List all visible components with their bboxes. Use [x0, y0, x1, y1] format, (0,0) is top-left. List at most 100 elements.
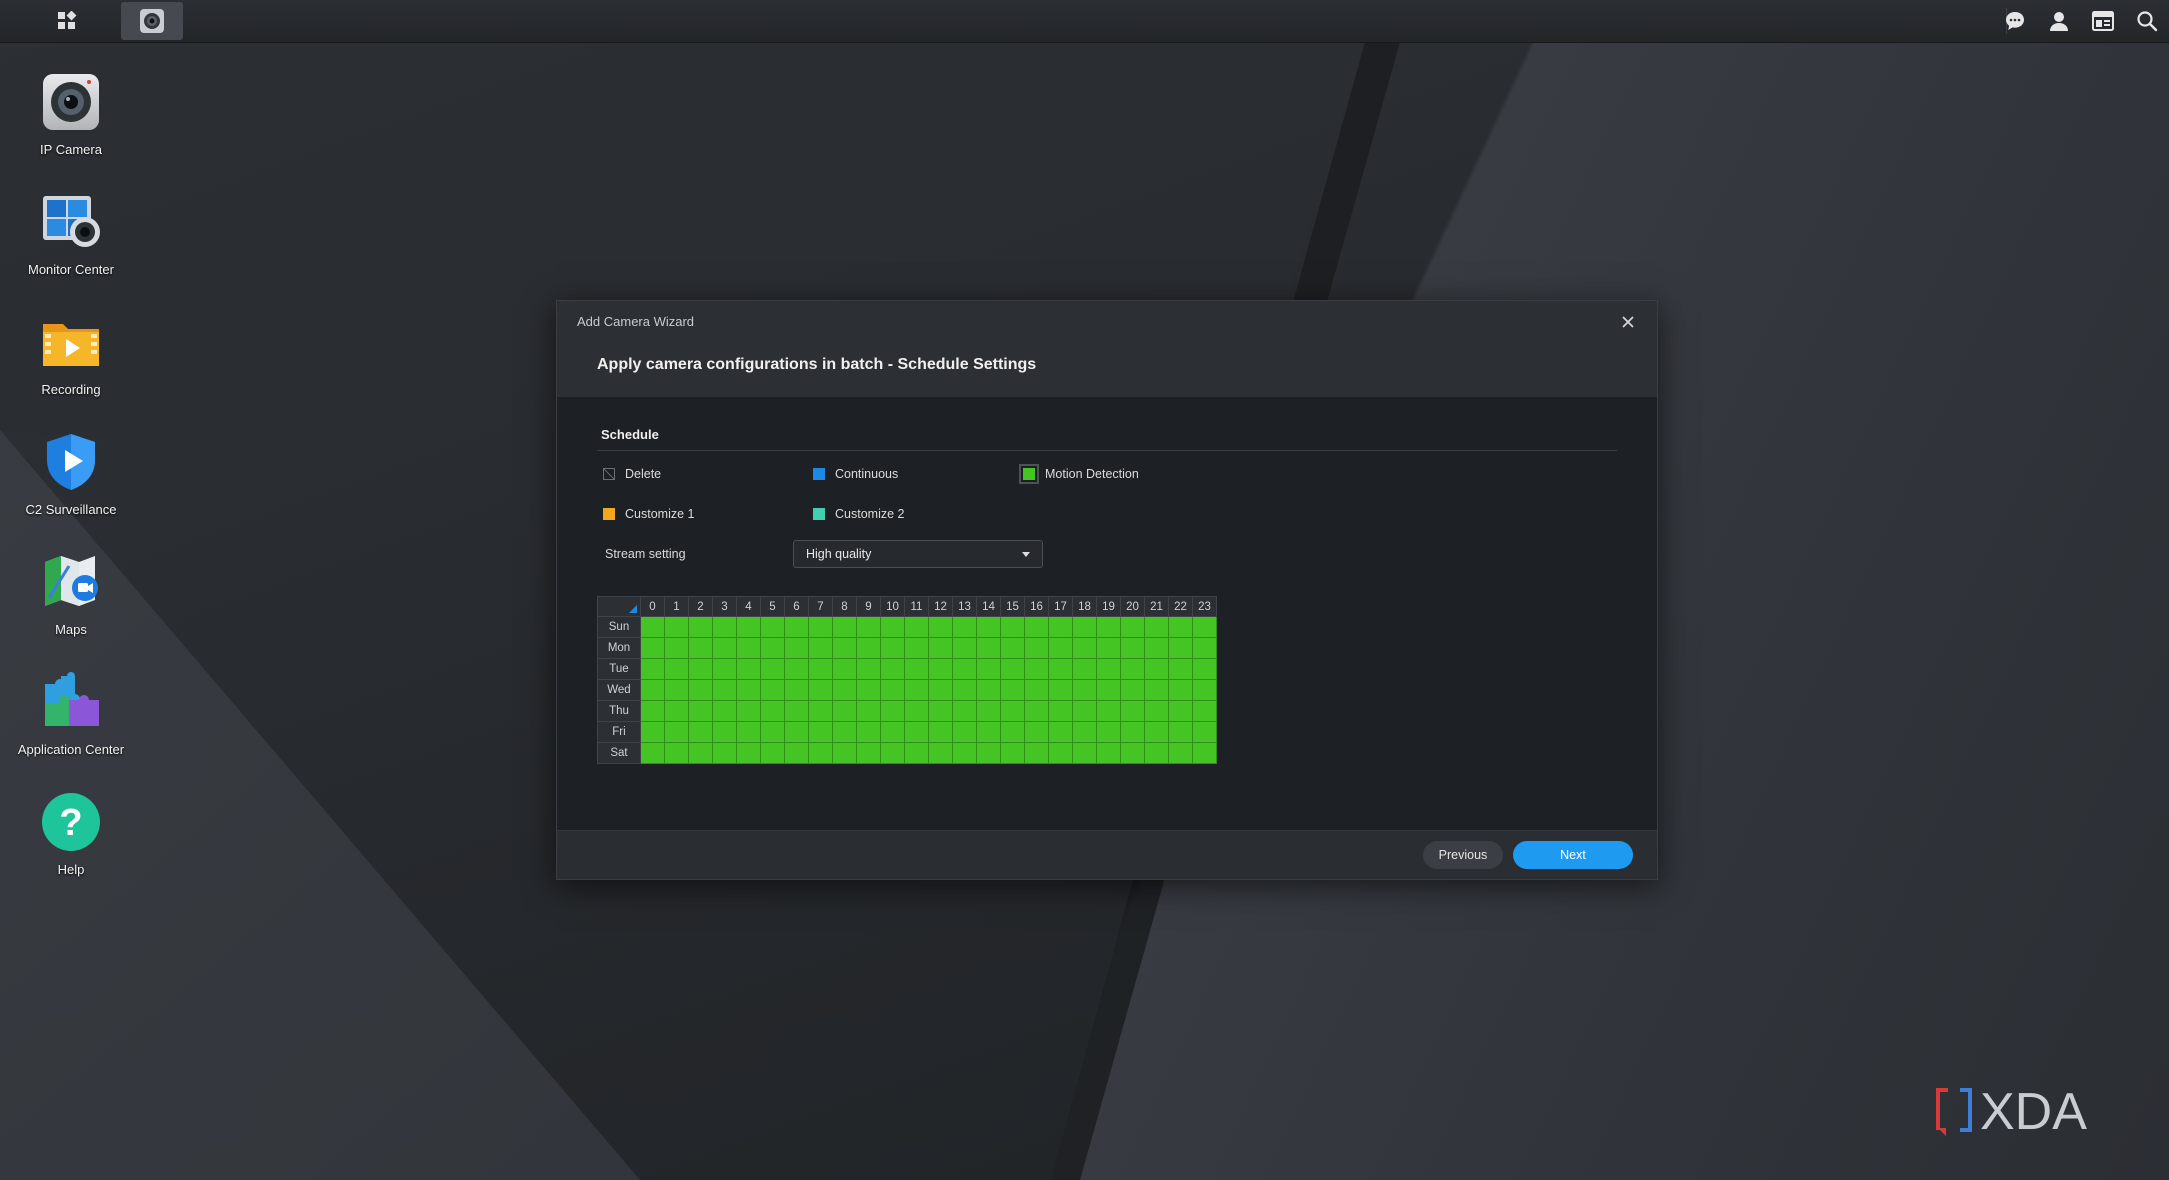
schedule-cell[interactable]: [712, 742, 737, 764]
schedule-cell[interactable]: [736, 637, 761, 659]
schedule-cell[interactable]: [664, 742, 689, 764]
schedule-cell[interactable]: [856, 637, 881, 659]
schedule-cell[interactable]: [952, 700, 977, 722]
schedule-cell[interactable]: [952, 679, 977, 701]
schedule-cell[interactable]: [1168, 616, 1193, 638]
schedule-cell[interactable]: [736, 679, 761, 701]
schedule-cell[interactable]: [880, 721, 905, 743]
hour-header[interactable]: 23: [1192, 596, 1217, 617]
schedule-cell[interactable]: [928, 637, 953, 659]
schedule-cell[interactable]: [856, 742, 881, 764]
schedule-cell[interactable]: [1048, 637, 1073, 659]
schedule-cell[interactable]: [760, 658, 785, 680]
schedule-cell[interactable]: [736, 742, 761, 764]
select-all-corner[interactable]: [597, 596, 641, 617]
schedule-cell[interactable]: [1120, 658, 1145, 680]
schedule-cell[interactable]: [832, 721, 857, 743]
hour-header[interactable]: 0: [640, 596, 665, 617]
hour-header[interactable]: 8: [832, 596, 857, 617]
schedule-cell[interactable]: [928, 721, 953, 743]
schedule-cell[interactable]: [1072, 658, 1097, 680]
schedule-cell[interactable]: [1144, 700, 1169, 722]
schedule-cell[interactable]: [832, 742, 857, 764]
day-header[interactable]: Wed: [597, 679, 641, 701]
schedule-cell[interactable]: [1120, 637, 1145, 659]
hour-header[interactable]: 5: [760, 596, 785, 617]
schedule-cell[interactable]: [736, 721, 761, 743]
desktop-icon-ip-camera[interactable]: IP Camera: [0, 70, 142, 157]
next-button[interactable]: Next: [1513, 841, 1633, 869]
schedule-cell[interactable]: [952, 742, 977, 764]
hour-header[interactable]: 9: [856, 596, 881, 617]
day-header[interactable]: Sun: [597, 616, 641, 638]
hour-header[interactable]: 6: [784, 596, 809, 617]
schedule-cell[interactable]: [1024, 616, 1049, 638]
schedule-cell[interactable]: [1072, 637, 1097, 659]
schedule-cell[interactable]: [1120, 679, 1145, 701]
schedule-cell[interactable]: [712, 658, 737, 680]
schedule-cell[interactable]: [784, 721, 809, 743]
schedule-cell[interactable]: [832, 616, 857, 638]
schedule-cell[interactable]: [784, 658, 809, 680]
schedule-cell[interactable]: [1144, 658, 1169, 680]
schedule-cell[interactable]: [808, 742, 833, 764]
schedule-cell[interactable]: [688, 658, 713, 680]
schedule-cell[interactable]: [760, 700, 785, 722]
schedule-cell[interactable]: [1000, 658, 1025, 680]
schedule-cell[interactable]: [976, 616, 1001, 638]
schedule-cell[interactable]: [952, 721, 977, 743]
schedule-cell[interactable]: [1096, 658, 1121, 680]
schedule-cell[interactable]: [784, 679, 809, 701]
taskbar-surveillance-app[interactable]: [121, 2, 183, 40]
schedule-cell[interactable]: [1048, 742, 1073, 764]
schedule-cell[interactable]: [1072, 742, 1097, 764]
schedule-cell[interactable]: [1072, 700, 1097, 722]
hour-header[interactable]: 20: [1120, 596, 1145, 617]
schedule-cell[interactable]: [1168, 721, 1193, 743]
desktop-icon-c2-surveillance[interactable]: C2 Surveillance: [0, 430, 142, 517]
schedule-cell[interactable]: [640, 679, 665, 701]
schedule-cell[interactable]: [976, 742, 1001, 764]
day-header[interactable]: Thu: [597, 700, 641, 722]
schedule-cell[interactable]: [832, 700, 857, 722]
schedule-cell[interactable]: [1192, 658, 1217, 680]
schedule-cell[interactable]: [736, 700, 761, 722]
schedule-cell[interactable]: [1000, 616, 1025, 638]
schedule-cell[interactable]: [1144, 721, 1169, 743]
schedule-cell[interactable]: [952, 658, 977, 680]
schedule-cell[interactable]: [1192, 721, 1217, 743]
schedule-cell[interactable]: [1024, 658, 1049, 680]
schedule-cell[interactable]: [1192, 679, 1217, 701]
schedule-cell[interactable]: [1144, 637, 1169, 659]
main-menu-button[interactable]: [40, 2, 94, 40]
schedule-cell[interactable]: [640, 721, 665, 743]
hour-header[interactable]: 10: [880, 596, 905, 617]
schedule-cell[interactable]: [1096, 700, 1121, 722]
hour-header[interactable]: 16: [1024, 596, 1049, 617]
schedule-cell[interactable]: [976, 721, 1001, 743]
schedule-cell[interactable]: [976, 637, 1001, 659]
day-header[interactable]: Tue: [597, 658, 641, 680]
day-header[interactable]: Fri: [597, 721, 641, 743]
schedule-cell[interactable]: [808, 700, 833, 722]
schedule-cell[interactable]: [832, 658, 857, 680]
schedule-cell[interactable]: [784, 616, 809, 638]
schedule-cell[interactable]: [856, 700, 881, 722]
hour-header[interactable]: 2: [688, 596, 713, 617]
day-header[interactable]: Mon: [597, 637, 641, 659]
schedule-cell[interactable]: [1048, 721, 1073, 743]
schedule-cell[interactable]: [904, 742, 929, 764]
schedule-cell[interactable]: [664, 721, 689, 743]
schedule-cell[interactable]: [904, 721, 929, 743]
schedule-cell[interactable]: [1000, 679, 1025, 701]
schedule-cell[interactable]: [856, 679, 881, 701]
schedule-cell[interactable]: [1144, 742, 1169, 764]
hour-header[interactable]: 21: [1144, 596, 1169, 617]
hour-header[interactable]: 3: [712, 596, 737, 617]
hour-header[interactable]: 7: [808, 596, 833, 617]
hour-header[interactable]: 4: [736, 596, 761, 617]
schedule-cell[interactable]: [712, 637, 737, 659]
schedule-cell[interactable]: [640, 700, 665, 722]
schedule-cell[interactable]: [640, 637, 665, 659]
schedule-cell[interactable]: [904, 658, 929, 680]
